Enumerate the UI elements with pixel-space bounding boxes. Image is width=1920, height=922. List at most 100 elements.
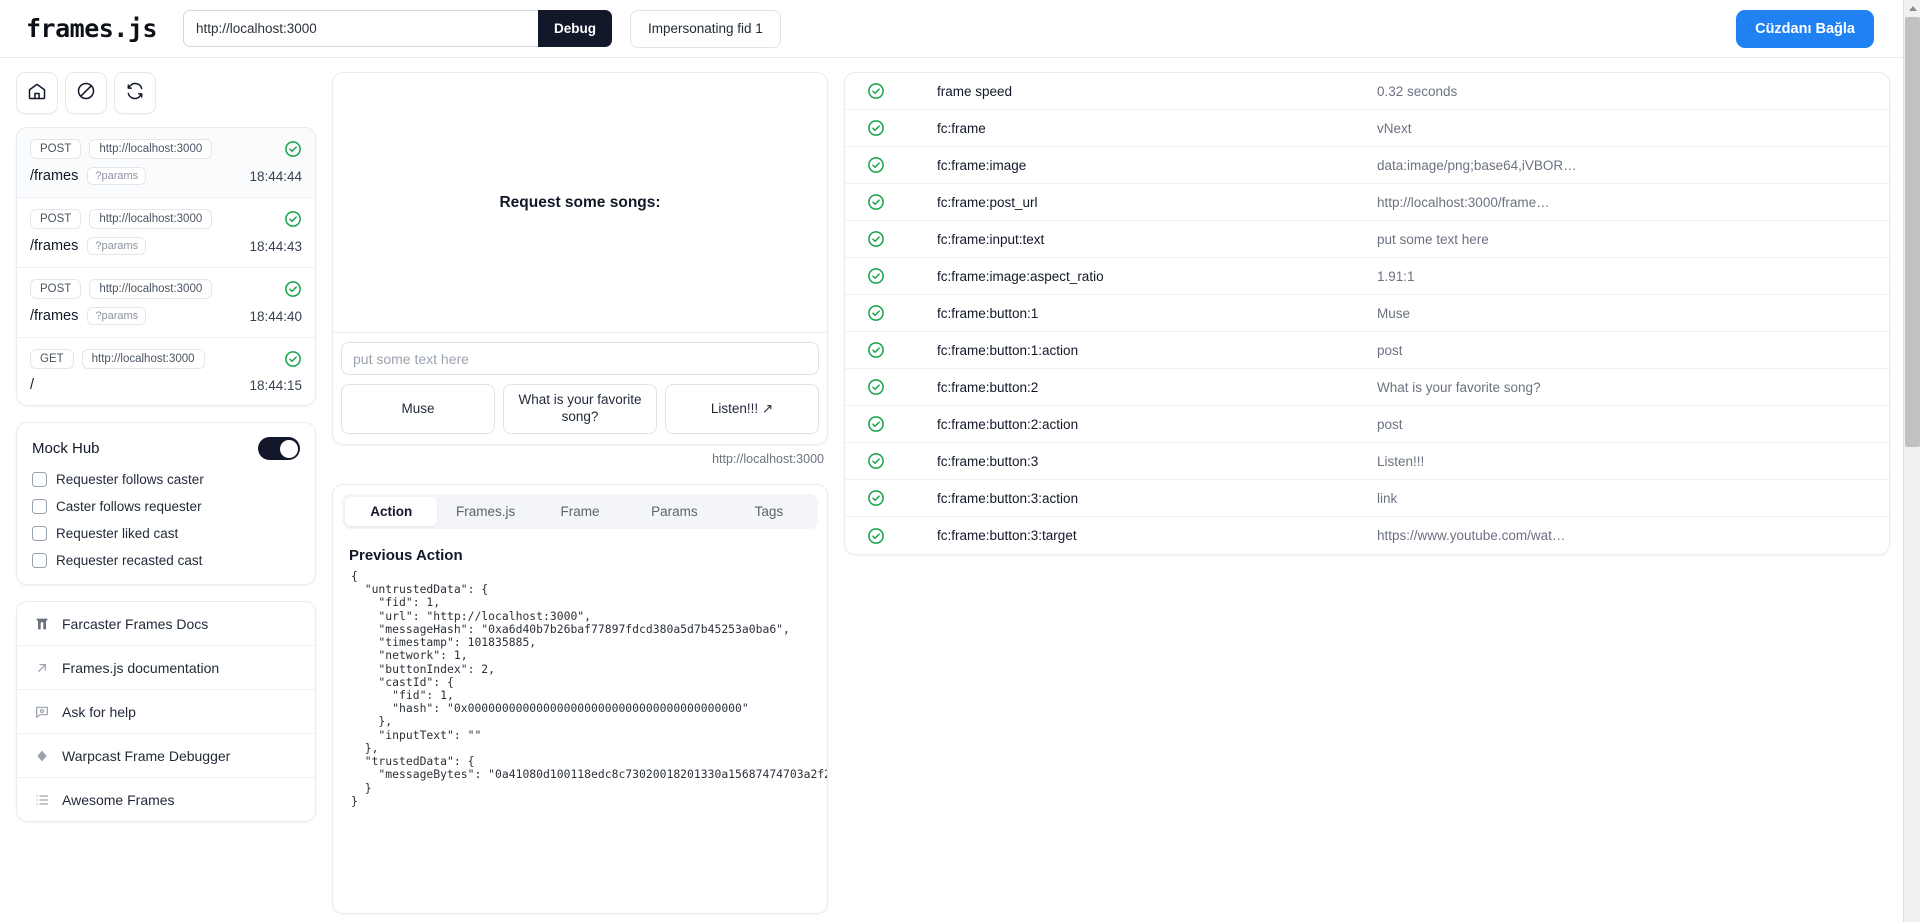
metadata-row[interactable]: fc:frame:input:text put some text here bbox=[845, 221, 1889, 258]
metadata-key: fc:frame bbox=[937, 120, 986, 136]
request-path: / bbox=[30, 377, 35, 393]
metadata-key: fc:frame:button:3:action bbox=[937, 490, 1079, 506]
status-ok-icon bbox=[867, 527, 885, 545]
mock-hub-card: Mock Hub Requester follows caster Caster… bbox=[16, 422, 316, 585]
metadata-row[interactable]: fc:frame vNext bbox=[845, 110, 1889, 147]
link-farcaster-frames-docs[interactable]: Farcaster Frames Docs bbox=[17, 602, 315, 646]
metadata-row[interactable]: fc:frame:image data:image/png;base64,iVB… bbox=[845, 147, 1889, 184]
block-icon bbox=[76, 81, 96, 106]
request-params: ?params bbox=[87, 307, 147, 325]
metadata-row[interactable]: frame speed 0.32 seconds bbox=[845, 73, 1889, 110]
request-time: 18:44:44 bbox=[249, 168, 302, 184]
request-url: http://localhost:3000 bbox=[81, 349, 205, 369]
link-awesome-frames[interactable]: Awesome Frames bbox=[17, 778, 315, 821]
metadata-row[interactable]: fc:frame:button:3 Listen!!! bbox=[845, 443, 1889, 480]
toggle-knob bbox=[279, 439, 298, 458]
mock-option-label: Requester follows caster bbox=[56, 472, 204, 487]
checkbox-requester-follows-caster[interactable] bbox=[32, 472, 47, 487]
metadata-key: fc:frame:post_url bbox=[937, 194, 1038, 210]
request-row[interactable]: POST http://localhost:3000 /frames ?para… bbox=[17, 198, 315, 268]
status-ok-icon bbox=[284, 350, 302, 368]
mock-option-row[interactable]: Requester follows caster bbox=[17, 466, 315, 493]
top-bar: frames.js Debug Impersonating fid 1 Cüzd… bbox=[0, 0, 1903, 58]
status-ok-icon bbox=[867, 193, 885, 211]
metadata-value: post bbox=[1377, 342, 1403, 358]
metadata-value: 0.32 seconds bbox=[1377, 83, 1458, 99]
frame-preview-card: Request some songs: Muse What is your fa… bbox=[332, 72, 828, 445]
mock-option-row[interactable]: Caster follows requester bbox=[17, 493, 315, 520]
metadata-value: put some text here bbox=[1377, 231, 1489, 247]
metadata-value: link bbox=[1377, 490, 1398, 506]
refresh-icon bbox=[125, 81, 145, 106]
metadata-row[interactable]: fc:frame:button:2 What is your favorite … bbox=[845, 369, 1889, 406]
status-ok-icon bbox=[867, 267, 885, 285]
mock-option-label: Caster follows requester bbox=[56, 499, 202, 514]
tab-frame[interactable]: Frame bbox=[534, 497, 626, 526]
previous-action-json: { "untrustedData": { "fid": 1, "url": "h… bbox=[351, 570, 827, 808]
request-method: POST bbox=[30, 209, 82, 229]
link-label: Frames.js documentation bbox=[62, 659, 220, 676]
page-scrollbar[interactable] bbox=[1903, 0, 1920, 922]
frame-button-3[interactable]: Listen!!! ↗ bbox=[665, 384, 819, 434]
debug-button[interactable]: Debug bbox=[537, 10, 612, 47]
request-row[interactable]: GET http://localhost:3000 / 18:44:15 bbox=[17, 338, 315, 405]
frame-image: Request some songs: bbox=[333, 73, 827, 333]
frame-button-2[interactable]: What is your favorite song? bbox=[503, 384, 657, 434]
metadata-value: Muse bbox=[1377, 305, 1411, 321]
mock-option-row[interactable]: Requester recasted cast bbox=[17, 547, 315, 584]
metadata-row[interactable]: fc:frame:button:3:target https://www.you… bbox=[845, 517, 1889, 554]
link-framesjs-documentation[interactable]: Frames.js documentation bbox=[17, 646, 315, 690]
metadata-row[interactable]: fc:frame:button:2:action post bbox=[845, 406, 1889, 443]
tab-action[interactable]: Action bbox=[345, 497, 438, 526]
metadata-key: fc:frame:button:2 bbox=[937, 379, 1039, 395]
metadata-row[interactable]: fc:frame:image:aspect_ratio 1.91:1 bbox=[845, 258, 1889, 295]
link-label: Warpcast Frame Debugger bbox=[62, 747, 231, 764]
mock-option-row[interactable]: Requester liked cast bbox=[17, 520, 315, 547]
list-icon bbox=[33, 791, 50, 808]
url-input[interactable] bbox=[182, 10, 538, 47]
request-row[interactable]: POST http://localhost:3000 /frames ?para… bbox=[17, 128, 315, 198]
mock-hub-toggle[interactable] bbox=[258, 437, 300, 460]
metadata-row[interactable]: fc:frame:button:3:action link bbox=[845, 480, 1889, 517]
tab-params[interactable]: Params bbox=[628, 497, 720, 526]
mock-hub-header: Mock Hub bbox=[17, 423, 315, 466]
metadata-row[interactable]: fc:frame:button:1 Muse bbox=[845, 295, 1889, 332]
frame-metadata-panel: frame speed 0.32 seconds fc:frame vNext … bbox=[844, 72, 1890, 555]
frame-button-3-label: Listen!!! bbox=[710, 400, 759, 416]
request-path: /frames bbox=[30, 168, 79, 184]
request-row[interactable]: POST http://localhost:3000 /frames ?para… bbox=[17, 268, 315, 338]
inspector-card: Action Frames.js Frame Params Tags Previ… bbox=[332, 484, 828, 914]
home-button[interactable] bbox=[16, 72, 58, 114]
connect-wallet-button[interactable]: Cüzdanı Bağla bbox=[1736, 10, 1874, 48]
frame-button-1[interactable]: Muse bbox=[341, 384, 495, 434]
checkbox-requester-liked-cast[interactable] bbox=[32, 526, 47, 541]
metadata-value: post bbox=[1377, 416, 1403, 432]
frame-text-input[interactable] bbox=[341, 342, 819, 375]
checkbox-requester-recasted-cast[interactable] bbox=[32, 553, 47, 568]
link-ask-for-help[interactable]: Ask for help bbox=[17, 690, 315, 734]
sidebar-toolbar bbox=[16, 72, 316, 114]
frame-image-caption: Request some songs: bbox=[499, 193, 661, 211]
checkbox-caster-follows-requester[interactable] bbox=[32, 499, 47, 514]
metadata-key: fc:frame:image bbox=[937, 157, 1027, 173]
metadata-row[interactable]: fc:frame:button:1:action post bbox=[845, 332, 1889, 369]
scrollbar-thumb[interactable] bbox=[1905, 17, 1920, 447]
request-method: POST bbox=[30, 139, 82, 159]
link-label: Awesome Frames bbox=[62, 791, 175, 808]
tab-framesjs[interactable]: Frames.js bbox=[439, 497, 531, 526]
link-warpcast-frame-debugger[interactable]: Warpcast Frame Debugger bbox=[17, 734, 315, 778]
diamond-icon bbox=[33, 747, 50, 764]
metadata-value: https://www.youtube.com/wat… bbox=[1377, 528, 1566, 543]
impersonate-button[interactable]: Impersonating fid 1 bbox=[629, 9, 781, 48]
refresh-button[interactable] bbox=[114, 72, 156, 114]
metadata-row[interactable]: fc:frame:post_url http://localhost:3000/… bbox=[845, 184, 1889, 221]
scroll-up-arrow-icon[interactable] bbox=[1904, 0, 1920, 17]
tab-tags[interactable]: Tags bbox=[723, 497, 815, 526]
metadata-value: 1.91:1 bbox=[1377, 268, 1415, 284]
sidebar: POST http://localhost:3000 /frames ?para… bbox=[16, 72, 316, 838]
request-url: http://localhost:3000 bbox=[89, 279, 213, 299]
status-ok-icon bbox=[867, 119, 885, 137]
clear-button[interactable] bbox=[65, 72, 107, 114]
mock-option-label: Requester liked cast bbox=[56, 526, 179, 541]
frame-source-url: http://localhost:3000 bbox=[712, 452, 824, 466]
